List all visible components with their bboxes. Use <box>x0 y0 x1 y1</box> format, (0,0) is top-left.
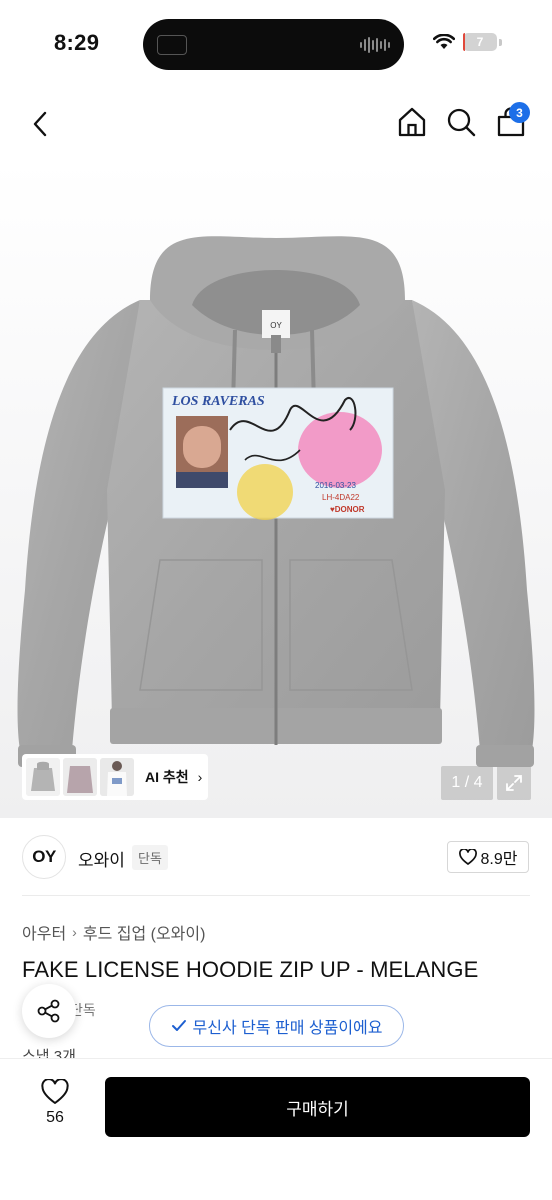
expand-icon <box>506 775 522 791</box>
breadcrumb: 아우터 › 후드 집업 (오와이) <box>22 920 205 944</box>
product-like-button[interactable]: 56 <box>30 1079 80 1139</box>
now-playing-artwork-icon <box>157 35 187 55</box>
home-icon <box>398 107 426 137</box>
exclusive-notice: 무신사 단독 판매 상품이에요 <box>149 1005 404 1047</box>
brand-like-count: 8.9만 <box>480 851 518 868</box>
check-icon <box>171 1020 186 1031</box>
buy-button[interactable]: 구매하기 <box>105 1077 530 1137</box>
image-page-indicator: 1 / 4 <box>441 766 493 800</box>
heart-icon <box>458 849 477 865</box>
brand-like-button[interactable]: 8.9만 <box>447 841 529 873</box>
product-title: FAKE LICENSE HOODIE ZIP UP - MELANGE <box>22 957 479 982</box>
print-date: 2016-03-23 <box>315 481 356 490</box>
dynamic-island[interactable] <box>143 19 404 70</box>
battery-icon: 7 <box>463 33 497 51</box>
heart-icon <box>41 1079 69 1104</box>
exclusive-notice-text: 무신사 단독 판매 상품이에요 <box>192 1020 383 1037</box>
thumbnail-model-white[interactable] <box>100 758 134 796</box>
breadcrumb-item[interactable]: 아우터 <box>22 920 66 944</box>
expand-image-button[interactable] <box>497 766 531 800</box>
status-bar: 8:29 7 <box>0 0 552 88</box>
print-donor: ♥DONOR <box>330 505 365 514</box>
chevron-right-icon: › <box>197 769 203 785</box>
battery-level: 7 <box>476 35 484 49</box>
share-icon <box>37 999 60 1023</box>
back-button[interactable] <box>22 106 58 142</box>
breadcrumb-item[interactable]: 후드 집업 (오와이) <box>83 920 206 944</box>
audio-waveform-icon <box>360 35 390 55</box>
ai-recommend-strip[interactable]: AI 추천 › <box>22 754 208 800</box>
search-icon <box>447 108 476 137</box>
product-like-count: 56 <box>46 1109 64 1126</box>
thumbnail-hoodie-mauve[interactable] <box>63 758 97 796</box>
product-image-gallery[interactable]: OY LOS RAVERAS 2016-03-23 LH-4DA22 ♥DONO… <box>0 160 552 818</box>
chevron-left-icon <box>33 111 47 137</box>
wifi-icon <box>433 34 455 49</box>
hood-tag-text: OY <box>270 321 282 330</box>
home-button[interactable] <box>394 104 430 140</box>
status-time: 8:29 <box>54 30 100 55</box>
share-button[interactable] <box>22 984 76 1038</box>
brand-logo[interactable]: OY <box>22 835 66 879</box>
print-id-code: LH-4DA22 <box>322 493 360 502</box>
brand-row: OY 오와이 단독 8.9만 <box>0 818 552 896</box>
thumbnail-hoodie-gray[interactable] <box>26 758 60 796</box>
divider <box>22 895 530 896</box>
brand-name[interactable]: 오와이 <box>78 846 125 871</box>
exclusive-badge: 단독 <box>132 845 168 870</box>
cart-count-badge: 3 <box>509 102 530 123</box>
top-nav-bar <box>0 88 552 160</box>
print-license-header: LOS RAVERAS <box>171 394 265 409</box>
search-button[interactable] <box>443 104 479 140</box>
hoodie-product-image: OY LOS RAVERAS 2016-03-23 LH-4DA22 ♥DONO… <box>17 236 535 767</box>
ai-recommend-label[interactable]: AI 추천 <box>145 767 189 787</box>
bottom-action-bar: 56 구매하기 <box>0 1058 552 1200</box>
chevron-right-icon: › <box>72 924 77 940</box>
